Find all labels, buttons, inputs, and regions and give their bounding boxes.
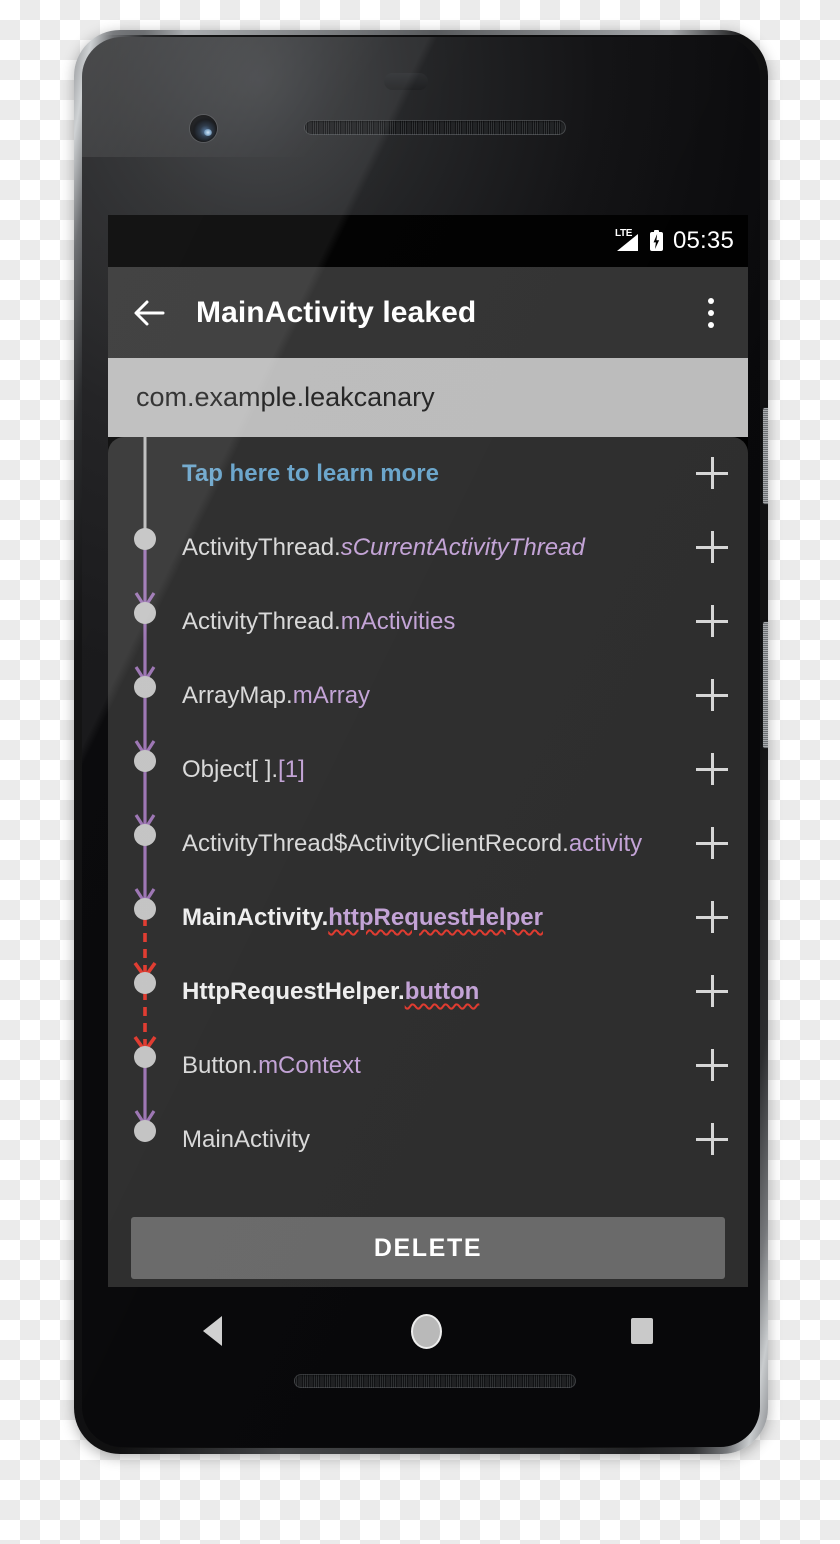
overflow-menu-icon[interactable] [694,292,728,334]
leak-trace-class-name: Object[ ]. [182,756,279,784]
status-bar-clock: 05:35 [672,227,734,254]
proximity-sensor-icon [384,73,428,90]
nav-back-icon[interactable] [202,1316,222,1346]
status-bar: LTE 05:35 [108,215,748,267]
leak-trace-class-name: MainActivity [182,1126,311,1154]
package-name-label: com.example.leakcanary [136,382,435,412]
phone-front-glass: LTE 05:35 MainActivity leaked com.exampl… [82,37,760,1447]
bottom-speaker-icon [294,1374,576,1388]
leak-trace-row-label: ActivityThread.mActivities [182,608,696,636]
leak-trace-row-label: MainActivity [182,1126,696,1154]
leak-trace-field-name: sCurrentActivityThread [340,534,585,562]
plus-icon[interactable] [696,679,730,713]
leak-trace-row[interactable]: Button.mContext [108,1029,748,1103]
earpiece-speaker-icon [304,120,566,135]
leak-trace-class-name: Button. [182,1052,259,1080]
leak-trace-field-name: httpRequestHelper [328,904,543,932]
leak-trace-row-label: ArrayMap.mArray [182,682,696,710]
leak-trace-row[interactable]: ActivityThread.sCurrentActivityThread [108,511,748,585]
plus-icon[interactable] [696,531,730,565]
delete-action-bar: DELETE [108,1209,748,1287]
bezel-sheen [82,37,503,157]
leak-trace-row[interactable]: ArrayMap.mArray [108,659,748,733]
leak-trace-row[interactable]: ActivityThread$ActivityClientRecord.acti… [108,807,748,881]
volume-button[interactable] [763,622,768,748]
plus-icon[interactable] [696,1049,730,1083]
nav-home-icon[interactable] [410,1313,442,1349]
leak-trace-class-name: ActivityThread. [182,608,341,636]
leak-trace-row[interactable]: Object[ ].[1] [108,733,748,807]
plus-icon[interactable] [696,457,730,491]
leak-trace-class-name: HttpRequestHelper. [182,978,405,1006]
leak-trace-class-name: ArrayMap. [182,682,293,710]
plus-icon[interactable] [696,753,730,787]
package-name-header: com.example.leakcanary [108,358,748,437]
leak-trace-class-name: ActivityThread. [182,534,341,562]
leak-trace-field-name: mActivities [340,608,456,636]
phone-device: LTE 05:35 MainActivity leaked com.exampl… [74,30,768,1454]
leak-trace-row[interactable]: Tap here to learn more [108,437,748,511]
leak-trace-list[interactable]: Tap here to learn more ActivityThread.sCu… [108,437,748,1287]
power-button[interactable] [763,408,768,504]
leak-trace-field-name: mContext [258,1052,361,1080]
leak-trace-row[interactable]: MainActivity.httpRequestHelper [108,881,748,955]
leak-trace-rows: Tap here to learn more ActivityThread.sCu… [108,437,748,1177]
battery-charging-icon [649,230,664,252]
leak-trace-field-name: mArray [292,682,371,710]
leak-trace-row-label: Tap here to learn more [182,460,439,488]
leak-trace-row-label: ActivityThread$ActivityClientRecord.acti… [182,830,696,858]
plus-icon[interactable] [696,901,730,935]
leak-trace-row-label: HttpRequestHelper.button [182,978,696,1006]
page-title: MainActivity leaked [196,295,477,329]
leak-trace-row-label: Object[ ].[1] [182,756,696,784]
leak-trace-row-label: Button.mContext [182,1052,696,1080]
leak-trace-row-label: ActivityThread.sCurrentActivityThread [182,534,696,562]
nav-recents-icon[interactable] [631,1318,654,1344]
leak-trace-field-name: [1] [278,756,305,784]
phone-screen: LTE 05:35 MainActivity leaked com.exampl… [108,215,748,1287]
leak-trace-field-name: activity [568,830,643,858]
delete-button[interactable]: DELETE [131,1217,725,1279]
android-navigation-bar [108,1287,748,1375]
leak-trace-class-name: ActivityThread$ActivityClientRecord. [182,830,569,858]
signal-icon: LTE [615,228,641,252]
plus-icon[interactable] [696,1123,730,1157]
app-toolbar: MainActivity leaked [108,267,748,358]
leak-trace-row-label: MainActivity.httpRequestHelper [182,904,696,932]
leak-trace-class-name: MainActivity. [182,904,329,932]
plus-icon[interactable] [696,605,730,639]
back-arrow-icon[interactable] [128,292,170,334]
plus-icon[interactable] [696,827,730,861]
leak-trace-row[interactable]: HttpRequestHelper.button [108,955,748,1029]
front-camera-icon [190,115,217,142]
leak-trace-row[interactable]: ActivityThread.mActivities [108,585,748,659]
plus-icon[interactable] [696,975,730,1009]
leak-trace-field-name: button [404,978,480,1006]
leak-trace-row[interactable]: MainActivity [108,1103,748,1177]
